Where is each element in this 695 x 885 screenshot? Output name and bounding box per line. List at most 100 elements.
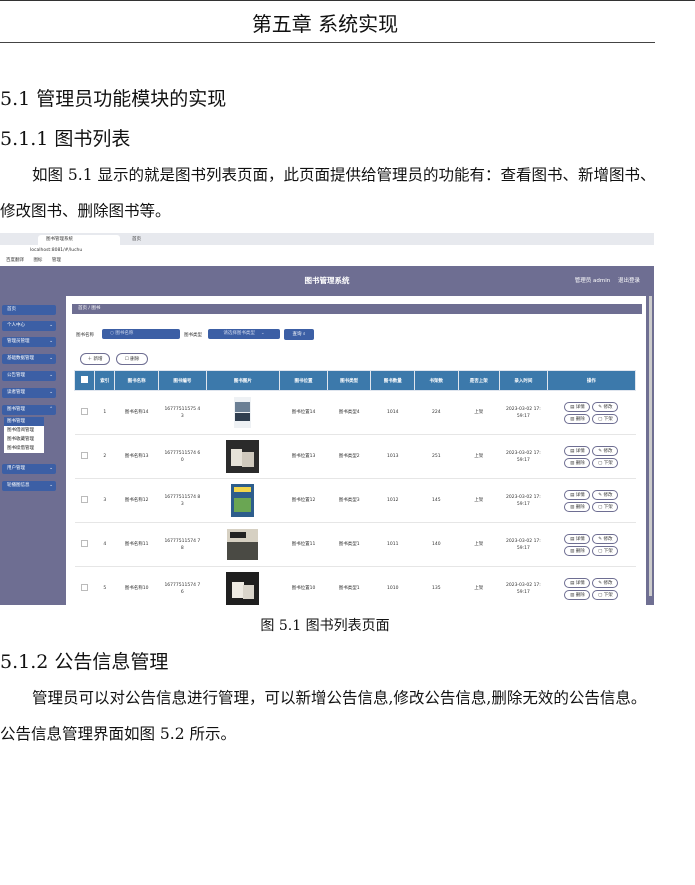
sidebar-item[interactable]: 首页 <box>2 305 56 315</box>
delete-row-button[interactable]: ▥ 删除 <box>564 501 591 512</box>
sidebar-item[interactable]: 轮播图信息 ⌄ <box>2 481 56 491</box>
browser-tab[interactable]: 图书管理系统 <box>38 235 120 245</box>
detail-button[interactable]: ▤ 详情 <box>564 577 591 588</box>
sidebar-subitem[interactable]: 图书收藏管理 <box>4 435 44 444</box>
status-cell: 上架 <box>458 390 500 435</box>
sidebar-subitem[interactable]: 图书续借管理 <box>4 444 44 453</box>
bookmark-item[interactable]: 图标 <box>25 258 42 263</box>
edit-button[interactable]: ✎ 修改 <box>592 577 619 588</box>
bookmark-item[interactable]: 百度翻译 <box>0 258 24 263</box>
table-row[interactable]: 5 图书名称10 16777511574 7 6 图书位置10 图书类型1 1010 135 上… <box>74 566 636 605</box>
user-info: 管理员 admin 退出登录 <box>575 276 640 284</box>
table-row[interactable]: 4 图书名称11 16777511574 7 8 图书位置11 图书类型1 1011 140 上… <box>74 522 636 567</box>
column-header[interactable]: 图书类型 <box>326 370 372 391</box>
table-row[interactable]: 2 图书名称13 16777511574 6 0 图书位置13 图书类型2 1013 251 上… <box>74 434 636 479</box>
edit-button[interactable]: ✎ 修改 <box>592 533 619 544</box>
delete-row-button[interactable]: ▥ 删除 <box>564 589 591 600</box>
column-header[interactable]: 是否上架 <box>457 370 501 391</box>
quantity-cell: 1013 <box>370 434 415 479</box>
chapter-title: 第五章 系统实现 <box>251 12 399 36</box>
column-header[interactable]: 录入时间 <box>499 370 548 391</box>
unshelve-button[interactable]: ▢ 下架 <box>592 413 619 424</box>
sidebar-item[interactable]: 图书管理 ⌃ <box>2 405 56 415</box>
detail-button-label: 详情 <box>575 492 585 498</box>
delete-row-button[interactable]: ▥ 删除 <box>564 457 591 468</box>
add-button[interactable]: ＋ 新增 <box>80 353 110 365</box>
column-header[interactable]: 图书名称 <box>114 370 159 391</box>
table-row[interactable]: 1 图书名称14 16777511575 4 3 图书位置14 图书类型4 1014 224 上… <box>74 390 636 435</box>
actions-cell: ▤ 详情 ✎ 修改 ▥ 删除 ▢ 下架 <box>547 434 636 479</box>
name-cell: 图书名称11 <box>114 522 159 567</box>
checkbox[interactable] <box>81 407 89 415</box>
sidebar-item[interactable]: 管理员管理 ⌄ <box>2 337 56 347</box>
checkbox[interactable] <box>81 451 89 459</box>
row-checkbox-cell[interactable] <box>74 434 95 479</box>
quantity-cell: 1014 <box>370 390 415 435</box>
checkbox[interactable] <box>81 583 89 591</box>
unshelve-button[interactable]: ▢ 下架 <box>592 501 619 512</box>
column-header[interactable]: 图书数量 <box>370 370 415 391</box>
location-cell: 图书位置14 <box>279 390 328 435</box>
sidebar-subitem[interactable]: 图书管理 <box>4 417 44 426</box>
delete-button[interactable]: ☐ 删除 <box>116 353 148 365</box>
code-line: 8 <box>180 545 184 551</box>
detail-button[interactable]: ▤ 详情 <box>564 445 591 456</box>
bookmark-item[interactable]: 管理 <box>44 258 61 263</box>
sidebar-item[interactable]: 基础数据管理 ⌄ <box>2 354 56 364</box>
detail-button[interactable]: ▤ 详情 <box>564 533 591 544</box>
detail-button[interactable]: ▤ 详情 <box>564 401 591 412</box>
location-cell: 图书位置12 <box>279 478 328 523</box>
table-row[interactable]: 3 图书名称12 16777511574 8 3 图书位置12 图书类型3 1012 145 上… <box>74 478 636 523</box>
row-checkbox-cell[interactable] <box>74 522 95 567</box>
column-header[interactable]: 索引 <box>94 370 116 391</box>
type-cell: 图书类型2 <box>327 434 371 479</box>
detail-button[interactable]: ▤ 详情 <box>564 489 591 500</box>
scrollbar[interactable] <box>649 296 652 596</box>
input-placeholder: 图书名称 <box>115 331 134 336</box>
edit-button[interactable]: ✎ 修改 <box>592 445 619 456</box>
delete-row-label: 删除 <box>575 504 585 510</box>
sidebar-item[interactable]: 个人中心 ⌄ <box>2 321 56 331</box>
checkbox[interactable] <box>81 376 89 383</box>
quantity-cell: 1010 <box>370 566 415 605</box>
edit-button[interactable]: ✎ 修改 <box>592 401 619 412</box>
column-header[interactable]: 图书位置 <box>279 370 328 391</box>
checkbox[interactable] <box>81 539 89 547</box>
unshelve-button[interactable]: ▢ 下架 <box>592 457 619 468</box>
sidebar-item[interactable]: 用户管理 ⌄ <box>2 464 56 474</box>
breadcrumb: 首页 / 图书 <box>72 304 642 314</box>
edit-button[interactable]: ✎ 修改 <box>592 489 619 500</box>
book-table: 索引 图书名称 图书编号 图书图片 图书位置 图书类型 图书数量 书架数 是否上… <box>73 370 637 605</box>
unshelve-button[interactable]: ▢ 下架 <box>592 545 619 556</box>
row-checkbox-cell[interactable] <box>74 478 95 523</box>
column-header[interactable]: 图书编号 <box>157 370 207 391</box>
sidebar-item[interactable]: 公告管理 ⌄ <box>2 371 56 381</box>
sidebar-item[interactable]: 读者管理 ⌄ <box>2 388 56 398</box>
delete-row-button[interactable]: ▥ 删除 <box>564 545 591 556</box>
logout-link[interactable]: 退出登录 <box>618 278 640 284</box>
book-name-input[interactable]: ○ 图书名称 <box>102 329 180 339</box>
browser-tab[interactable]: 首页 <box>124 235 206 245</box>
name-cell: 图书名称10 <box>114 566 159 605</box>
sidebar-item-label: 图书管理 <box>7 407 25 412</box>
row-checkbox-cell[interactable] <box>74 566 95 605</box>
chevron-down-icon: ⌄ <box>49 373 53 378</box>
row-checkbox-cell[interactable] <box>74 390 95 435</box>
search-button[interactable]: 查询 ⌕ <box>284 329 314 340</box>
time-line: 2023-03-02 17: <box>505 406 541 412</box>
delete-row-button[interactable]: ▥ 删除 <box>564 413 591 424</box>
time-cell: 2023-03-02 17: 59:17 <box>499 478 548 523</box>
column-header[interactable]: 图书图片 <box>205 370 281 391</box>
column-header[interactable]: 书架数 <box>414 370 459 391</box>
edit-button-label: 修改 <box>603 536 613 542</box>
book-cover-image <box>206 522 280 567</box>
sidebar-subitem[interactable]: 图书借阅管理 <box>4 426 44 435</box>
delete-row-label: 删除 <box>575 460 585 466</box>
checkbox[interactable] <box>81 495 89 503</box>
shelf-cell: 224 <box>414 390 459 435</box>
select-all-header[interactable] <box>73 370 96 391</box>
unshelve-button[interactable]: ▢ 下架 <box>592 589 619 600</box>
status-cell: 上架 <box>458 478 500 523</box>
code-line: 16777511574 7 <box>164 538 201 544</box>
book-type-select[interactable]: 请选择图书类型 ⌄ <box>208 329 280 339</box>
